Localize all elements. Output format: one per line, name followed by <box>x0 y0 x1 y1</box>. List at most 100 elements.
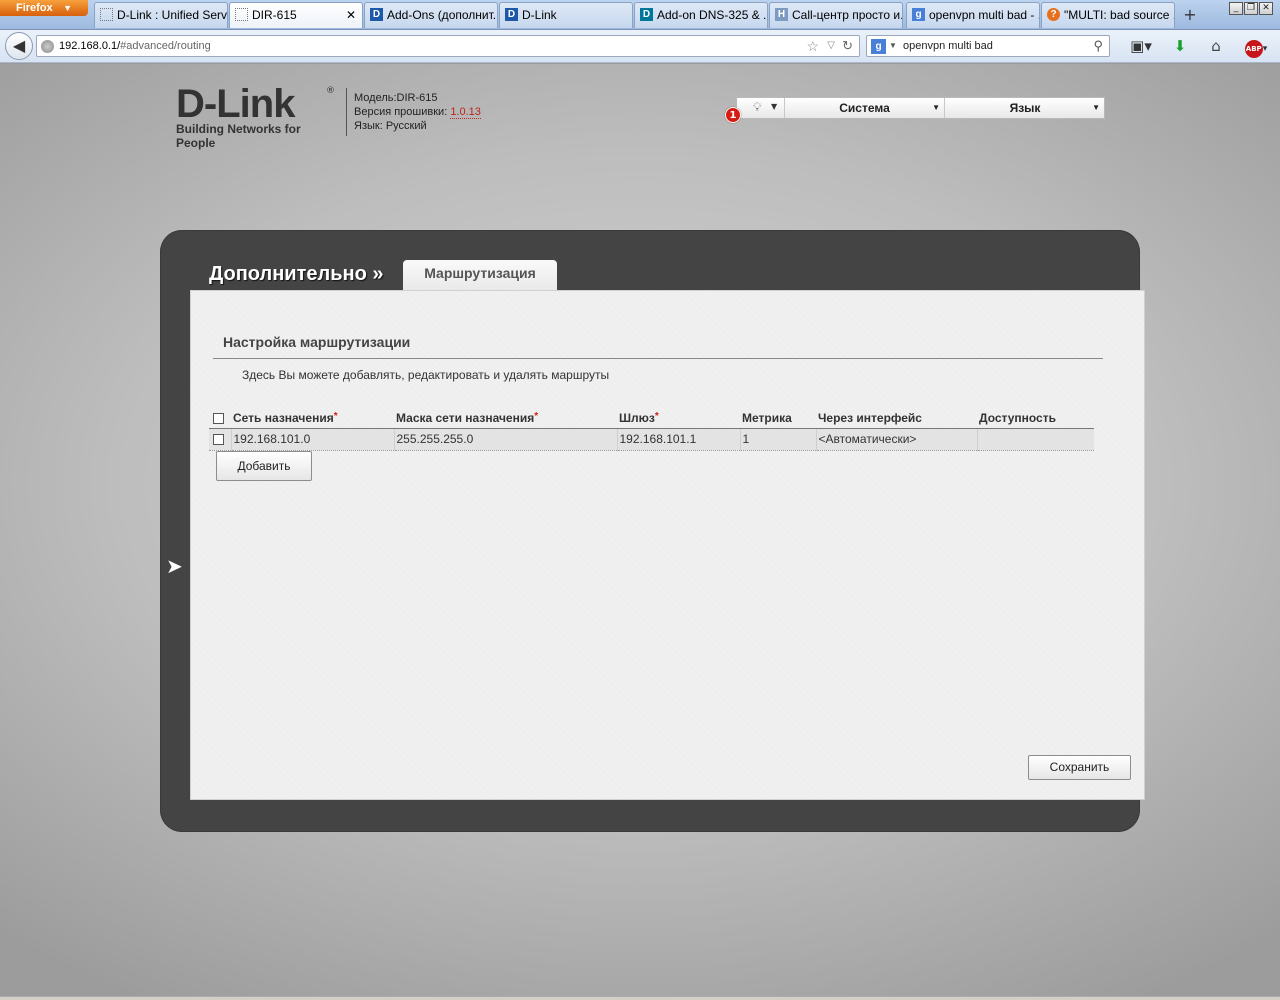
dlink-favicon-icon: D <box>640 8 653 21</box>
dlink-favicon-icon: D <box>505 8 518 21</box>
cell-metric[interactable]: 1 <box>740 428 817 451</box>
search-bar[interactable]: g ▼ openvpn multi bad ⚲ <box>866 35 1110 57</box>
logo-brand-text: D-Link <box>176 82 295 126</box>
logo-tagline: Building Networks for People <box>176 122 301 150</box>
device-language-line: Язык: Русский <box>354 119 481 133</box>
device-firmware-line: Версия прошивки: 1.0.13 <box>354 105 481 119</box>
chevron-down-icon: ▼ <box>1092 103 1100 112</box>
language-label: Язык: <box>354 120 383 132</box>
site-identity-globe-icon[interactable] <box>41 40 54 53</box>
column-header-metric[interactable]: Метрика <box>740 404 816 429</box>
browser-tab-label: DIR-615 <box>252 8 297 22</box>
firefox-menu-button[interactable]: Firefox ▼ <box>0 0 88 16</box>
select-all-checkbox[interactable] <box>213 412 224 424</box>
column-header-interface[interactable]: Через интерфейс <box>816 404 977 429</box>
browser-tab[interactable]: D Add-on DNS-325 & ... <box>634 2 768 28</box>
header-divider <box>346 88 347 136</box>
firmware-label: Версия прошивки: <box>354 106 448 118</box>
browser-tab[interactable]: ? "MULTI: bad source ... <box>1041 2 1175 28</box>
language-value: Русский <box>385 120 427 132</box>
url-host: 192.168.0.1/ <box>59 40 121 52</box>
browser-tab[interactable]: H Call-центр просто и... <box>769 2 903 28</box>
routes-table: Сеть назначения* Маска сети назначения* … <box>209 404 1094 451</box>
notifications-button[interactable]: 💡︎ ▼ <box>737 98 785 118</box>
lightbulb-icon: 💡︎ <box>753 100 762 114</box>
collapse-sidebar-arrow-icon[interactable]: ➤ <box>166 554 186 578</box>
bookmarks-menu-icon[interactable]: ▣▾ <box>1126 36 1156 56</box>
cell-availability[interactable] <box>977 428 1094 451</box>
browser-tab-label: D-Link : Unified Servi... <box>117 8 228 22</box>
column-header-gateway[interactable]: Шлюз* <box>617 404 740 429</box>
column-header-label: Через интерфейс <box>818 410 922 425</box>
chevron-down-icon[interactable]: ▼ <box>889 36 897 56</box>
column-header-mask[interactable]: Маска сети назначения* <box>394 404 617 429</box>
new-tab-plus-icon[interactable]: + <box>1179 4 1201 26</box>
model-value: DIR-615 <box>396 92 438 104</box>
close-window-icon[interactable]: ✕ <box>1259 2 1273 15</box>
cell-gateway[interactable]: 192.168.101.1 <box>617 428 741 451</box>
browser-tab[interactable]: g openvpn multi bad - ... <box>906 2 1040 28</box>
blank-page-icon <box>100 8 113 21</box>
adblock-plus-icon[interactable]: ABP▾ <box>1240 36 1272 58</box>
row-checkbox[interactable] <box>213 434 224 446</box>
language-menu-label: Язык <box>1009 101 1041 115</box>
required-asterisk: * <box>654 410 659 422</box>
minimize-window-icon[interactable]: _ <box>1229 2 1243 15</box>
close-tab-icon[interactable]: ✕ <box>346 3 356 27</box>
firmware-version-link[interactable]: 1.0.13 <box>450 106 481 119</box>
browser-tab-strip: Firefox ▼ D-Link : Unified Servi... DIR-… <box>0 0 1280 30</box>
search-input-value[interactable]: openvpn multi bad <box>903 40 993 52</box>
browser-tab[interactable]: D D-Link <box>499 2 633 28</box>
language-menu[interactable]: Язык ▼ <box>946 98 1104 118</box>
model-label: Модель: <box>354 92 397 104</box>
required-asterisk: * <box>534 410 539 422</box>
device-info: Модель:DIR-615 Версия прошивки: 1.0.13 Я… <box>354 91 481 133</box>
browser-tab-active[interactable]: DIR-615 ✕ <box>229 2 363 28</box>
restore-window-icon[interactable]: ❐ <box>1244 2 1258 15</box>
select-all-cell <box>209 404 231 429</box>
browser-navigation-bar: ◀ 192.168.0.1/#advanced/routing ☆ ▽ ↻ g … <box>0 30 1280 63</box>
hh-favicon-icon: H <box>775 8 788 21</box>
download-arrow-icon[interactable]: ⬇ <box>1170 36 1190 56</box>
dlink-logo: D-Link ® Building Networks for People <box>176 82 336 150</box>
add-route-button[interactable]: Добавить <box>216 451 312 481</box>
history-dropdown-icon[interactable]: ▽ <box>827 36 835 56</box>
device-model-line: Модель:DIR-615 <box>354 91 481 105</box>
browser-tab-label: D-Link <box>522 8 557 22</box>
cell-network[interactable]: 192.168.101.0 <box>231 428 395 451</box>
home-icon[interactable]: ⌂ <box>1206 36 1226 56</box>
system-menu-label: Система <box>839 101 890 115</box>
browser-tab[interactable]: D-Link : Unified Servi... <box>94 2 228 28</box>
google-favicon-icon: g <box>912 8 925 21</box>
google-search-engine-icon[interactable]: g <box>871 39 886 54</box>
search-magnifier-icon[interactable]: ⚲ <box>1093 36 1103 56</box>
cell-interface[interactable]: <Автоматически> <box>816 428 978 451</box>
notification-count-badge[interactable]: 1 <box>725 107 741 123</box>
row-select-cell <box>209 428 232 451</box>
routing-panel: Настройка маршрутизации Здесь Вы можете … <box>190 290 1145 800</box>
browser-tab-label: openvpn multi bad - ... <box>929 8 1040 22</box>
breadcrumb[interactable]: Дополнительно » <box>209 263 383 286</box>
column-header-network[interactable]: Сеть назначения* <box>231 404 394 429</box>
table-row[interactable]: 192.168.101.0 255.255.255.0 192.168.101.… <box>209 428 1094 451</box>
column-header-label: Метрика <box>742 410 792 425</box>
registered-mark-icon: ® <box>326 86 335 96</box>
blank-page-icon <box>235 8 248 21</box>
bookmark-star-icon[interactable]: ☆ <box>806 36 819 56</box>
section-title: Настройка маршрутизации <box>223 334 411 350</box>
address-bar[interactable]: 192.168.0.1/#advanced/routing ☆ ▽ ↻ <box>36 35 860 57</box>
dlink-favicon-icon: D <box>370 8 383 21</box>
tab-routing[interactable]: Маршрутизация <box>403 260 557 290</box>
section-divider <box>213 358 1103 359</box>
cell-mask[interactable]: 255.255.255.0 <box>394 428 618 451</box>
browser-tab[interactable]: D Add-Ons (дополнит... <box>364 2 498 28</box>
browser-tab-label: "MULTI: bad source ... <box>1064 8 1175 22</box>
save-button[interactable]: Сохранить <box>1028 755 1131 780</box>
column-header-label: Доступность <box>979 410 1056 425</box>
back-arrow-icon[interactable]: ◀ <box>5 32 33 60</box>
url-path: #advanced/routing <box>120 40 211 52</box>
reload-icon[interactable]: ↻ <box>842 36 853 56</box>
system-menu[interactable]: Система ▼ <box>785 98 945 118</box>
column-header-availability[interactable]: Доступность <box>977 404 1094 429</box>
browser-tab-label: Call-центр просто и... <box>792 8 903 22</box>
